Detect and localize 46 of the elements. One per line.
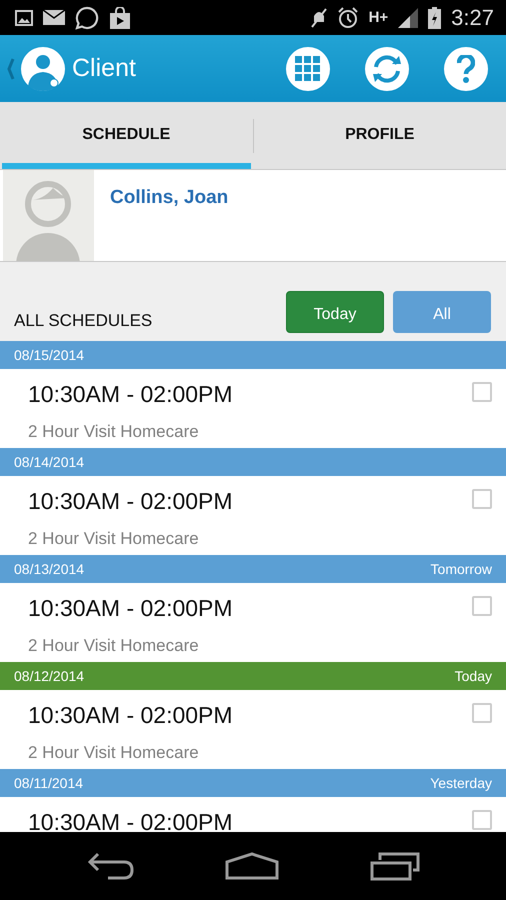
date-label: 08/14/2014 (14, 454, 84, 470)
visit-type: 2 Hour Visit Homecare (28, 422, 199, 442)
visit-type: 2 Hour Visit Homecare (28, 636, 199, 656)
help-icon (457, 54, 475, 82)
refresh-button[interactable] (365, 46, 409, 90)
screen-title: Client (72, 54, 136, 83)
alarm-icon (336, 6, 359, 28)
gallery-icon (15, 10, 33, 26)
visit-checkbox[interactable] (472, 703, 492, 723)
visit-type: 2 Hour Visit Homecare (28, 743, 199, 763)
visit-checkbox[interactable] (472, 596, 492, 616)
mail-icon (43, 10, 65, 25)
mute-icon (310, 8, 327, 28)
visit-checkbox[interactable] (472, 810, 492, 830)
visit-checkbox[interactable] (472, 489, 492, 509)
visit-type: 2 Hour Visit Homecare (28, 529, 199, 549)
visit-checkbox[interactable] (472, 382, 492, 402)
home-button[interactable] (224, 852, 279, 880)
date-label: 08/12/2014 (14, 668, 84, 684)
visit-time: 10:30AM - 02:00PM (28, 809, 233, 832)
date-label: 08/13/2014 (14, 561, 84, 577)
client-name: Collins, Joan (110, 187, 228, 209)
refresh-icon (371, 54, 403, 82)
help-button[interactable] (444, 46, 488, 90)
battery-icon (428, 6, 442, 28)
grid-icon (295, 56, 321, 82)
date-label: 08/11/2014 (14, 775, 84, 791)
clock-time: 3:27 (451, 4, 494, 30)
network-type: H+ (368, 9, 388, 26)
visit-time: 10:30AM - 02:00PM (28, 702, 233, 729)
date-label: 08/15/2014 (14, 347, 84, 363)
day-label: Today (454, 668, 492, 684)
recent-apps-button[interactable] (370, 851, 420, 881)
section-title: ALL SCHEDULES (14, 311, 152, 331)
tab[interactable]: PROFILE (256, 102, 504, 169)
back-button[interactable] (86, 852, 134, 880)
day-label: Yesterday (430, 775, 492, 791)
shopping-bag-icon (109, 6, 131, 28)
visit-time: 10:30AM - 02:00PM (28, 595, 233, 622)
visit-time: 10:30AM - 02:00PM (28, 381, 233, 408)
signal-icon (398, 8, 418, 28)
chat-icon (75, 6, 99, 30)
grid-button[interactable] (286, 46, 330, 90)
day-label: Tomorrow (430, 561, 492, 577)
filter-button[interactable]: Today (286, 291, 384, 333)
visit-time: 10:30AM - 02:00PM (28, 488, 233, 515)
